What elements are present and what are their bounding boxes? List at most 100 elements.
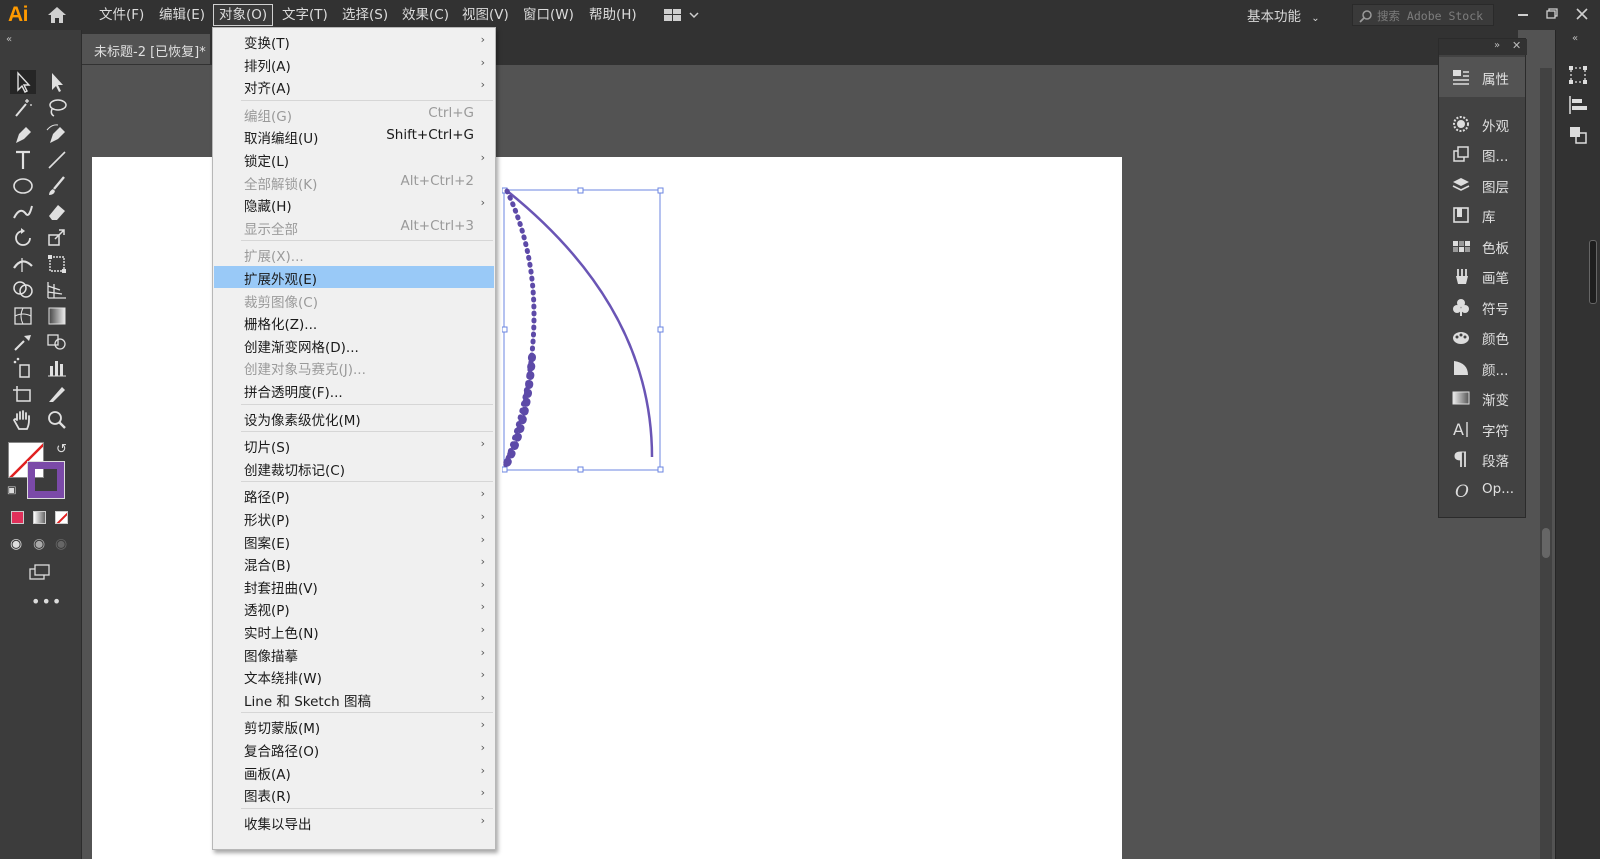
hand-tool[interactable] [10,408,36,432]
rotate-tool[interactable] [10,226,36,250]
menu-select[interactable]: 选择(S) [337,4,393,26]
curvature-tool[interactable] [44,122,70,146]
pathfinder-panel-icon[interactable] [1567,124,1589,146]
menu-item[interactable]: 设为像素级优化(M) [214,407,494,429]
menu-item[interactable]: 形状(P) › [214,507,494,529]
menu-item[interactable]: 对齐(A) › [214,75,494,97]
panel-item[interactable]: 符号 [1439,292,1525,322]
magic-wand-tool[interactable] [10,96,36,120]
menu-item[interactable]: 取消编组(U) Shift+Ctrl+G [214,125,494,147]
panel-item[interactable]: 画笔 [1439,261,1525,291]
menu-item[interactable]: Line 和 Sketch 图稿 › [214,688,494,710]
draw-behind-icon[interactable]: ◉ [33,536,45,552]
panel-item[interactable]: 图... [1439,139,1525,169]
menu-type[interactable]: 文字(T) [277,4,333,26]
align-panel-icon[interactable] [1567,94,1589,116]
menu-item[interactable]: 隐藏(H) › [214,193,494,215]
menu-item[interactable]: 复合路径(O) › [214,738,494,760]
shaper-tool[interactable] [10,200,36,224]
minimize-icon[interactable] [1514,5,1532,23]
collapse-icon[interactable]: « [6,34,12,45]
transform-panel-icon[interactable] [1567,64,1589,86]
menu-item[interactable]: 锁定(L) › [214,148,494,170]
panel-item[interactable]: 图层 [1439,170,1525,200]
menu-item[interactable]: 变换(T) › [214,30,494,52]
workspace-switcher[interactable]: 基本功能 ⌄ [1247,5,1320,25]
zoom-tool[interactable] [44,408,70,432]
menu-item[interactable]: 实时上色(N) › [214,620,494,642]
column-graph-tool[interactable] [44,356,70,380]
collapse-dock-icon[interactable]: « [1572,33,1578,44]
slice-tool[interactable] [44,382,70,406]
pen-tool[interactable] [10,122,36,146]
menu-item[interactable]: 切片(S) › [214,434,494,456]
close-panel-icon[interactable]: ✕ [1512,39,1521,52]
shape-builder-tool[interactable] [10,278,36,302]
menu-item[interactable]: 文本绕排(W) › [214,665,494,687]
panel-item[interactable]: 色板 [1439,231,1525,261]
panel-item[interactable]: 颜... [1439,353,1525,383]
menu-file[interactable]: 文件(F) [94,4,149,26]
dock-scrollbar[interactable] [1589,240,1597,304]
paintbrush-tool[interactable] [44,174,70,198]
panel-item[interactable]: A 字符 [1439,414,1525,444]
panel-item[interactable]: 库 [1439,200,1525,230]
menu-item[interactable]: 图像描摹 › [214,643,494,665]
panel-item[interactable]: 属性 [1439,57,1525,97]
menu-item[interactable]: 图表(R) › [214,783,494,805]
home-icon[interactable] [47,6,67,24]
document-tab[interactable]: 未标题-2 [已恢复]* [82,34,210,64]
menu-item[interactable]: 混合(B) › [214,552,494,574]
stroke-swatch[interactable] [27,461,65,499]
stock-search-input[interactable]: 搜索 Adobe Stock [1352,4,1494,26]
eyedropper-tool[interactable] [10,330,36,354]
menu-item[interactable]: 封套扭曲(V) › [214,575,494,597]
eraser-tool[interactable] [44,200,70,224]
line-tool[interactable] [44,148,70,172]
color-mode-button[interactable] [11,511,24,524]
swap-fill-stroke-icon[interactable]: ↺ [56,442,67,457]
gradient-tool[interactable] [44,304,70,328]
menu-item[interactable]: 路径(P) › [214,484,494,506]
menu-view[interactable]: 视图(V) [457,4,514,26]
symbol-sprayer-tool[interactable] [10,356,36,380]
artwork[interactable] [502,187,702,487]
menu-help[interactable]: 帮助(H) [584,4,642,26]
menu-item[interactable]: 图案(E) › [214,530,494,552]
menu-item[interactable]: 拼合透明度(F)... [214,379,494,401]
panel-item[interactable]: 外观 [1439,109,1525,139]
menu-item[interactable]: 画板(A) › [214,761,494,783]
menu-item[interactable]: 扩展外观(E) [214,266,494,288]
lasso-tool[interactable] [44,96,70,120]
menu-edit[interactable]: 编辑(E) [154,4,210,26]
scroll-thumb[interactable] [1542,528,1550,558]
menu-item[interactable]: 创建渐变网格(D)... [214,334,494,356]
artboard-tool[interactable] [10,382,36,406]
restore-icon[interactable] [1543,5,1561,23]
mesh-tool[interactable] [10,304,36,328]
panel-item[interactable]: O Op... [1439,475,1525,505]
menu-item[interactable]: 排列(A) › [214,53,494,75]
menu-item[interactable]: 收集以导出 › [214,811,494,833]
menu-object[interactable]: 对象(O) [213,4,274,26]
blend-tool[interactable] [44,330,70,354]
ellipse-tool[interactable] [10,174,36,198]
width-tool[interactable] [10,252,36,276]
more-tools-icon[interactable]: ••• [31,592,62,611]
panel-item[interactable]: 渐变 [1439,383,1525,413]
panel-item[interactable]: 颜色 [1439,322,1525,352]
draw-inside-icon[interactable]: ◉ [55,536,67,552]
menu-item[interactable]: 透视(P) › [214,597,494,619]
perspective-grid-tool[interactable] [44,278,70,302]
direct-selection-tool[interactable] [44,70,70,94]
panel-item[interactable]: 段落 [1439,444,1525,474]
type-tool[interactable] [10,148,36,172]
gradient-mode-button[interactable] [33,511,46,524]
arrange-documents-icon[interactable] [662,8,702,22]
menu-item[interactable]: 剪切蒙版(M) › [214,715,494,737]
menu-item[interactable]: 栅格化(Z)... [214,311,494,333]
menu-item[interactable]: 创建裁切标记(C) [214,457,494,479]
expand-panels-icon[interactable]: » [1494,40,1500,51]
default-colors-icon[interactable]: ▣ [7,485,16,496]
none-mode-button[interactable] [55,511,68,524]
